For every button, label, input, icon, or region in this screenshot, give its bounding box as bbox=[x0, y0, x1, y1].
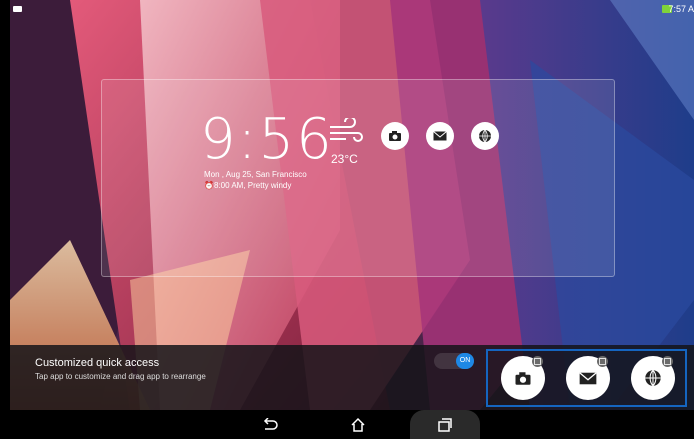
quick-access-toggle[interactable]: ON bbox=[434, 353, 474, 369]
bezel bbox=[0, 0, 10, 439]
camera-icon bbox=[515, 371, 531, 385]
camera-icon bbox=[389, 131, 401, 141]
temperature: 23°C bbox=[331, 152, 358, 166]
alarm-weather: ⏰8:00 AM, Pretty windy bbox=[204, 181, 292, 190]
alarm-icon: ⏰ bbox=[204, 181, 214, 190]
clock-widget[interactable] bbox=[101, 79, 615, 277]
globe-icon bbox=[479, 129, 491, 143]
globe-icon bbox=[645, 369, 661, 387]
edit-badge-icon[interactable] bbox=[532, 356, 543, 367]
panel-subtitle: Tap app to customize and drag app to rea… bbox=[35, 372, 206, 381]
date-location: Mon , Aug 25, San Francisco bbox=[204, 170, 307, 179]
edit-badge-icon[interactable] bbox=[662, 356, 673, 367]
mail-icon bbox=[579, 371, 597, 384]
status-time: 7:57 A bbox=[668, 4, 694, 14]
recent-apps-button[interactable] bbox=[425, 414, 465, 436]
clock-time: 9:56 bbox=[200, 107, 334, 172]
home-button[interactable] bbox=[338, 414, 378, 436]
status-bar: 7:57 A bbox=[10, 0, 694, 20]
widget-mail-button[interactable] bbox=[426, 122, 454, 150]
notification-icon bbox=[13, 6, 22, 12]
edit-badge-icon[interactable] bbox=[597, 356, 608, 367]
panel-title: Customized quick access bbox=[35, 357, 160, 369]
widget-camera-button[interactable] bbox=[381, 122, 409, 150]
mail-icon bbox=[433, 131, 447, 141]
back-icon bbox=[263, 418, 278, 430]
toggle-on-label: ON bbox=[456, 353, 474, 369]
wind-icon bbox=[330, 118, 363, 142]
widget-browser-button[interactable] bbox=[471, 122, 499, 150]
back-button[interactable] bbox=[250, 414, 290, 436]
screen: 7:57 A 9:56 23°C Mon , Aug 25, San Franc… bbox=[0, 0, 694, 439]
home-icon bbox=[351, 417, 365, 432]
recent-apps-icon bbox=[438, 418, 452, 432]
